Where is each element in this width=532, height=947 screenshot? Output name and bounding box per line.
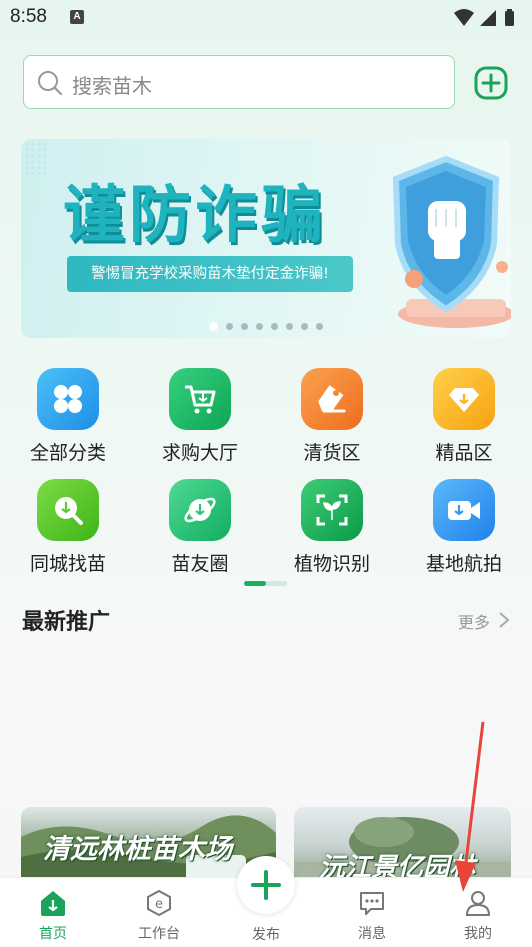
category-all[interactable]: 全部分类 bbox=[18, 368, 118, 474]
svg-text:e: e bbox=[155, 897, 163, 912]
chevron-right-icon[interactable] bbox=[497, 610, 511, 630]
status-bar: 8:58 A bbox=[0, 0, 532, 36]
search-icon bbox=[38, 71, 63, 96]
nav-label: 工作台 bbox=[138, 926, 180, 942]
banner-dot[interactable] bbox=[271, 322, 278, 330]
card-title: 清远林桩苗木场 bbox=[43, 834, 232, 865]
category-plant-recognition[interactable]: 植物识别 bbox=[282, 479, 382, 585]
status-time: 8:58 bbox=[10, 6, 47, 27]
nav-home[interactable]: 首页 bbox=[13, 878, 93, 943]
wifi-icon bbox=[454, 9, 474, 26]
promo-banner[interactable]: 谨防诈骗 警惕冒充学校采购苗木垫付定金诈骗! bbox=[21, 139, 511, 338]
status-icons bbox=[454, 9, 514, 26]
notification-badge: A bbox=[70, 10, 84, 24]
nav-label: 我的 bbox=[464, 926, 492, 942]
tag-icon bbox=[301, 368, 363, 430]
workbench-icon: e bbox=[147, 889, 171, 917]
category-label: 苗友圈 bbox=[171, 553, 229, 575]
category-local-search[interactable]: 同城找苗 bbox=[18, 479, 118, 585]
category-label: 植物识别 bbox=[293, 553, 370, 575]
category-purchase-hall[interactable]: 求购大厅 bbox=[150, 368, 250, 474]
home-icon bbox=[41, 891, 65, 916]
dot-pattern-decoration bbox=[24, 141, 46, 175]
category-friends-circle[interactable]: 苗友圈 bbox=[150, 479, 250, 585]
clover-icon bbox=[37, 368, 99, 430]
banner-title: 谨防诈骗 bbox=[63, 178, 328, 251]
location-search-icon bbox=[37, 479, 99, 541]
promo-card[interactable]: 沅江景亿园林 bbox=[294, 807, 511, 882]
category-label: 求购大厅 bbox=[161, 442, 238, 464]
banner-dot[interactable] bbox=[286, 322, 293, 330]
shield-fist-icon bbox=[392, 155, 511, 328]
category-label: 同城找苗 bbox=[29, 553, 106, 575]
category-clearance[interactable]: 清货区 bbox=[282, 368, 382, 474]
banner-dot[interactable] bbox=[256, 322, 263, 330]
banner-indicator[interactable] bbox=[209, 321, 323, 331]
banner-dot[interactable] bbox=[301, 322, 308, 330]
section-title: 最新推广 bbox=[22, 610, 111, 635]
message-icon bbox=[360, 892, 384, 915]
scan-plant-icon bbox=[301, 479, 363, 541]
nav-label: 消息 bbox=[358, 926, 386, 942]
planet-icon bbox=[169, 479, 231, 541]
search-placeholder: 搜索苗木 bbox=[72, 74, 152, 98]
category-label: 清货区 bbox=[303, 442, 361, 464]
category-label: 基地航拍 bbox=[425, 553, 502, 575]
nav-workbench[interactable]: e 工作台 bbox=[119, 878, 199, 943]
diamond-icon bbox=[433, 368, 495, 430]
banner-dot-active[interactable] bbox=[209, 321, 218, 331]
search-input[interactable]: 搜索苗木 bbox=[23, 55, 455, 109]
cart-icon bbox=[169, 368, 231, 430]
publish-button[interactable] bbox=[237, 856, 295, 914]
add-icon[interactable] bbox=[474, 66, 508, 100]
nav-label: 首页 bbox=[39, 926, 67, 942]
user-icon bbox=[465, 891, 491, 916]
banner-dot[interactable] bbox=[241, 322, 248, 330]
nav-mine[interactable]: 我的 bbox=[438, 878, 518, 943]
category-label: 全部分类 bbox=[29, 442, 106, 464]
banner-dot[interactable] bbox=[316, 322, 323, 330]
nav-messages[interactable]: 消息 bbox=[332, 878, 412, 943]
signal-icon bbox=[480, 10, 496, 26]
video-camera-icon bbox=[433, 479, 495, 541]
battery-icon bbox=[505, 11, 514, 26]
banner-dot[interactable] bbox=[226, 322, 233, 330]
plus-icon bbox=[251, 870, 281, 900]
banner-subtitle: 警惕冒充学校采购苗木垫付定金诈骗! bbox=[67, 256, 353, 292]
publish-label: 发布 bbox=[252, 927, 280, 943]
more-link[interactable]: 更多 bbox=[458, 609, 490, 633]
category-aerial-video[interactable]: 基地航拍 bbox=[414, 479, 514, 585]
category-premium[interactable]: 精品区 bbox=[414, 368, 514, 474]
category-label: 精品区 bbox=[435, 442, 493, 464]
promo-card[interactable]: 清远林桩苗木场 bbox=[21, 807, 276, 882]
grid-page-indicator bbox=[244, 581, 287, 586]
